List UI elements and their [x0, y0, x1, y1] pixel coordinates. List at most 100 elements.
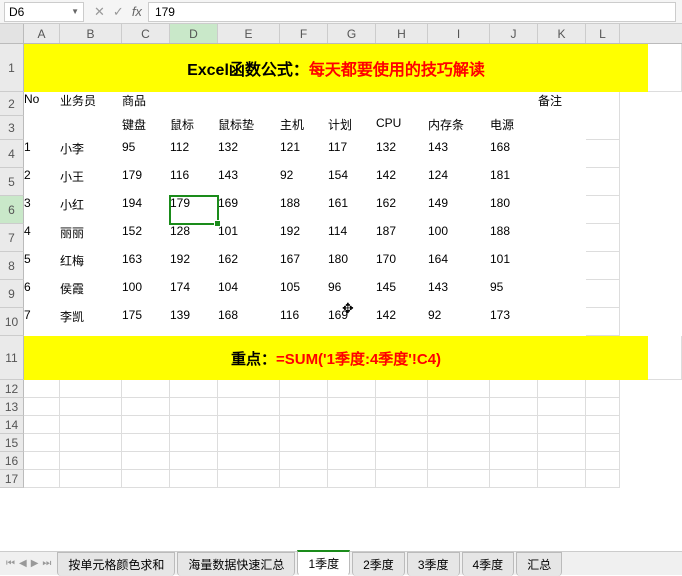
- cell-B15[interactable]: [60, 434, 122, 452]
- row-header-2[interactable]: 2: [0, 92, 24, 116]
- cell-E8[interactable]: 162: [218, 252, 280, 280]
- cell-name-4[interactable]: 小李: [60, 140, 122, 168]
- cell-C13[interactable]: [122, 398, 170, 416]
- subheader-4[interactable]: 计划: [328, 116, 376, 140]
- cell-F9[interactable]: 105: [280, 280, 328, 308]
- cell-I14[interactable]: [428, 416, 490, 434]
- row-header-15[interactable]: 15: [0, 434, 24, 452]
- cell-K7[interactable]: [538, 224, 586, 252]
- row-header-3[interactable]: 3: [0, 116, 24, 140]
- cell-G5[interactable]: 154: [328, 168, 376, 196]
- cell-J14[interactable]: [490, 416, 538, 434]
- cell-L1[interactable]: [648, 44, 682, 92]
- cell-L4[interactable]: [586, 140, 620, 168]
- subheader-0[interactable]: 键盘: [122, 116, 170, 140]
- header-remark[interactable]: 备注: [538, 92, 586, 140]
- cell-F16[interactable]: [280, 452, 328, 470]
- cell-D15[interactable]: [170, 434, 218, 452]
- sheet-tab-3[interactable]: 2季度: [352, 552, 405, 576]
- cell-I7[interactable]: 100: [428, 224, 490, 252]
- cell-I12[interactable]: [428, 380, 490, 398]
- tab-nav-prev-icon[interactable]: ◀: [19, 558, 27, 569]
- cell-J9[interactable]: 95: [490, 280, 538, 308]
- cell-K13[interactable]: [538, 398, 586, 416]
- row-header-11[interactable]: 11: [0, 336, 24, 380]
- cell-name-9[interactable]: 侯霞: [60, 280, 122, 308]
- sheet-tab-4[interactable]: 3季度: [407, 552, 460, 576]
- cell-L7[interactable]: [586, 224, 620, 252]
- cell-H8[interactable]: 170: [376, 252, 428, 280]
- cell-G16[interactable]: [328, 452, 376, 470]
- cell-H15[interactable]: [376, 434, 428, 452]
- cell-H16[interactable]: [376, 452, 428, 470]
- cell-E7[interactable]: 101: [218, 224, 280, 252]
- cell-K5[interactable]: [538, 168, 586, 196]
- row-header-6[interactable]: 6: [0, 196, 24, 224]
- cell-no-8[interactable]: 5: [24, 252, 60, 280]
- subheader-3[interactable]: 主机: [280, 116, 328, 140]
- cell-D14[interactable]: [170, 416, 218, 434]
- cell-A14[interactable]: [24, 416, 60, 434]
- cell-J8[interactable]: 101: [490, 252, 538, 280]
- cell-F12[interactable]: [280, 380, 328, 398]
- col-header-D[interactable]: D: [170, 24, 218, 43]
- cell-K10[interactable]: [538, 308, 586, 336]
- cell-L13[interactable]: [586, 398, 620, 416]
- cell-G8[interactable]: 180: [328, 252, 376, 280]
- cell-A16[interactable]: [24, 452, 60, 470]
- cell-C5[interactable]: 179: [122, 168, 170, 196]
- row-header-8[interactable]: 8: [0, 252, 24, 280]
- cell-I9[interactable]: 143: [428, 280, 490, 308]
- cell-D10[interactable]: 139: [170, 308, 218, 336]
- cell-C6[interactable]: 194: [122, 196, 170, 224]
- cell-L6[interactable]: [586, 196, 620, 224]
- cell-J15[interactable]: [490, 434, 538, 452]
- tab-nav-first-icon[interactable]: ⏮: [6, 558, 15, 569]
- cell-I10[interactable]: 92: [428, 308, 490, 336]
- cell-I16[interactable]: [428, 452, 490, 470]
- col-header-J[interactable]: J: [490, 24, 538, 43]
- cell-E10[interactable]: 168: [218, 308, 280, 336]
- cell-no-5[interactable]: 2: [24, 168, 60, 196]
- sheet-tab-0[interactable]: 按单元格颜色求和: [57, 552, 175, 576]
- cell-D7[interactable]: 128: [170, 224, 218, 252]
- cell-L9[interactable]: [586, 280, 620, 308]
- cell-C16[interactable]: [122, 452, 170, 470]
- cell-D8[interactable]: 192: [170, 252, 218, 280]
- cell-D4[interactable]: 112: [170, 140, 218, 168]
- cell-L15[interactable]: [586, 434, 620, 452]
- cell-I15[interactable]: [428, 434, 490, 452]
- cell-K6[interactable]: [538, 196, 586, 224]
- cell-F13[interactable]: [280, 398, 328, 416]
- cell-I17[interactable]: [428, 470, 490, 488]
- subheader-1[interactable]: 鼠标: [170, 116, 218, 140]
- row-header-14[interactable]: 14: [0, 416, 24, 434]
- cell-no-7[interactable]: 4: [24, 224, 60, 252]
- cell-G10[interactable]: 169: [328, 308, 376, 336]
- cell-name-10[interactable]: 李凯: [60, 308, 122, 336]
- cell-H9[interactable]: 145: [376, 280, 428, 308]
- cell-B12[interactable]: [60, 380, 122, 398]
- cell-B17[interactable]: [60, 470, 122, 488]
- cell-L11[interactable]: [648, 336, 682, 380]
- row-header-1[interactable]: 1: [0, 44, 24, 92]
- row-header-12[interactable]: 12: [0, 380, 24, 398]
- row-header-13[interactable]: 13: [0, 398, 24, 416]
- cell-K14[interactable]: [538, 416, 586, 434]
- cell-E4[interactable]: 132: [218, 140, 280, 168]
- cell-J10[interactable]: 173: [490, 308, 538, 336]
- cell-B13[interactable]: [60, 398, 122, 416]
- cell-I6[interactable]: 149: [428, 196, 490, 224]
- cell-D5[interactable]: 116: [170, 168, 218, 196]
- cell-C7[interactable]: 152: [122, 224, 170, 252]
- cell-J5[interactable]: 181: [490, 168, 538, 196]
- cell-C12[interactable]: [122, 380, 170, 398]
- col-header-A[interactable]: A: [24, 24, 60, 43]
- select-all-corner[interactable]: [0, 24, 24, 43]
- row-header-4[interactable]: 4: [0, 140, 24, 168]
- sheet-tab-1[interactable]: 海量数据快速汇总: [177, 552, 295, 576]
- cell-no-6[interactable]: 3: [24, 196, 60, 224]
- cancel-icon[interactable]: ✕: [94, 4, 105, 20]
- confirm-icon[interactable]: ✓: [113, 4, 124, 20]
- cell-E6[interactable]: 169: [218, 196, 280, 224]
